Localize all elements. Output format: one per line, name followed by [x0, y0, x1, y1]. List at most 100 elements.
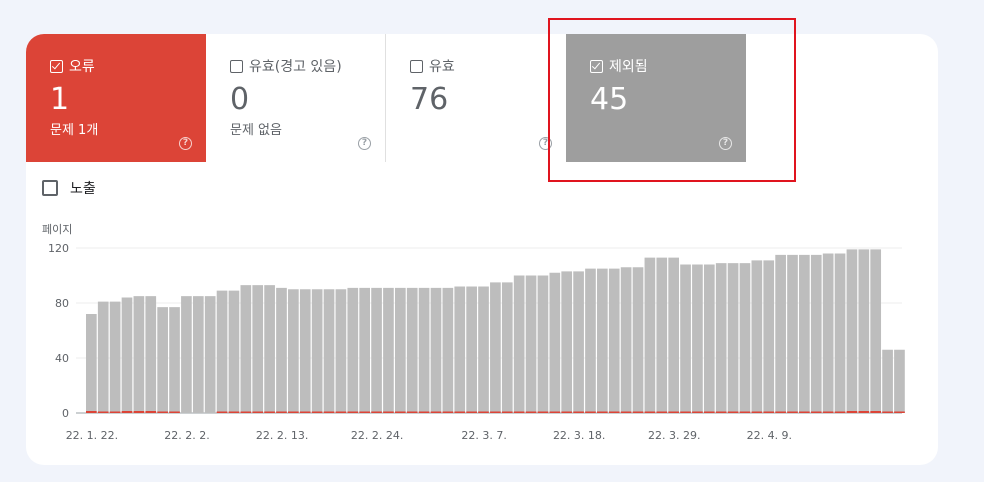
error-bar — [359, 411, 371, 413]
error-bar — [478, 411, 489, 413]
bar — [454, 286, 466, 413]
bar — [834, 253, 846, 413]
bar — [894, 349, 905, 413]
y-axis-label: 페이지 — [42, 223, 72, 236]
bar — [727, 263, 739, 414]
bar — [335, 289, 347, 413]
error-bar — [288, 411, 299, 413]
x-tick-label: 22. 3. 18. — [553, 429, 605, 442]
error-bar — [692, 411, 703, 413]
bar — [692, 264, 703, 413]
bar — [347, 287, 359, 414]
error-bar — [513, 411, 525, 413]
bar — [680, 264, 691, 413]
error-bar — [383, 411, 394, 413]
y-tick-label: 40 — [55, 352, 69, 365]
error-bar — [656, 411, 668, 413]
x-tick-label: 22. 4. 9. — [747, 429, 792, 442]
error-bar — [537, 411, 549, 413]
error-bar — [775, 411, 786, 413]
error-bar — [822, 411, 834, 413]
bar — [585, 268, 596, 414]
x-tick-label: 22. 2. 2. — [164, 429, 209, 442]
error-bar — [739, 411, 751, 413]
error-bar — [763, 411, 775, 413]
y-tick-label: 80 — [55, 297, 69, 310]
bar — [276, 287, 287, 414]
y-tick-label: 0 — [62, 407, 69, 420]
error-bar — [276, 411, 287, 413]
bar — [228, 290, 240, 414]
bar — [882, 349, 893, 413]
x-tick-label: 22. 3. 7. — [461, 429, 506, 442]
error-bar — [549, 411, 561, 413]
bar — [608, 268, 620, 414]
error-bar — [466, 411, 477, 413]
error-bar — [311, 411, 323, 413]
error-bar — [668, 411, 679, 413]
x-tick-label: 22. 2. 13. — [256, 429, 308, 442]
bar — [703, 264, 715, 413]
error-bar — [810, 411, 822, 413]
bar — [442, 287, 454, 414]
error-bar — [846, 411, 858, 413]
bar — [216, 290, 228, 414]
error-bar — [573, 411, 584, 413]
bar — [181, 296, 192, 414]
error-bar — [109, 411, 121, 413]
bar — [573, 271, 584, 414]
bar — [715, 263, 727, 414]
bar — [597, 268, 608, 414]
bar — [537, 275, 549, 413]
error-bar — [597, 411, 608, 413]
bar — [264, 285, 275, 414]
bar — [145, 296, 157, 414]
error-bar — [169, 411, 180, 413]
bar — [775, 254, 786, 414]
error-bar — [834, 411, 846, 413]
bar — [846, 249, 858, 414]
error-bar — [894, 411, 905, 413]
bar — [787, 254, 798, 414]
bar — [109, 301, 121, 414]
x-tick-label: 22. 2. 24. — [351, 429, 403, 442]
bar — [810, 254, 822, 414]
bar — [656, 257, 668, 414]
error-bar — [97, 411, 109, 413]
error-bar — [216, 411, 228, 413]
coverage-bar-chart: 페이지 0 40 80 120 22. 1. 22. 22. 2. 2. 22. 2. 13.… — [42, 223, 905, 442]
error-bar — [715, 411, 727, 413]
error-bar — [252, 411, 264, 413]
bar — [406, 287, 418, 414]
error-bar — [799, 411, 810, 413]
bar — [478, 286, 489, 413]
error-bar — [632, 411, 644, 413]
bar — [133, 296, 145, 414]
error-bar — [264, 411, 275, 413]
bar — [192, 296, 204, 414]
bar — [561, 271, 573, 414]
error-bar — [299, 411, 311, 413]
error-bar — [335, 411, 347, 413]
error-bar — [347, 411, 359, 413]
bar — [359, 287, 371, 414]
bar — [668, 257, 679, 414]
error-bar — [406, 411, 418, 413]
bar — [739, 263, 751, 414]
bar — [763, 260, 775, 414]
bar — [394, 287, 406, 414]
bar — [430, 287, 442, 414]
error-bar — [430, 411, 442, 413]
error-bar — [121, 411, 133, 413]
error-bar — [228, 411, 240, 413]
error-bar — [501, 411, 513, 413]
error-bar — [751, 411, 763, 413]
error-bar — [608, 411, 620, 413]
bar — [466, 286, 477, 413]
error-bar — [454, 411, 466, 413]
bar — [169, 307, 180, 414]
error-bar — [680, 411, 691, 413]
error-bar — [882, 411, 893, 413]
error-bar — [323, 411, 335, 413]
error-bar — [644, 411, 656, 413]
